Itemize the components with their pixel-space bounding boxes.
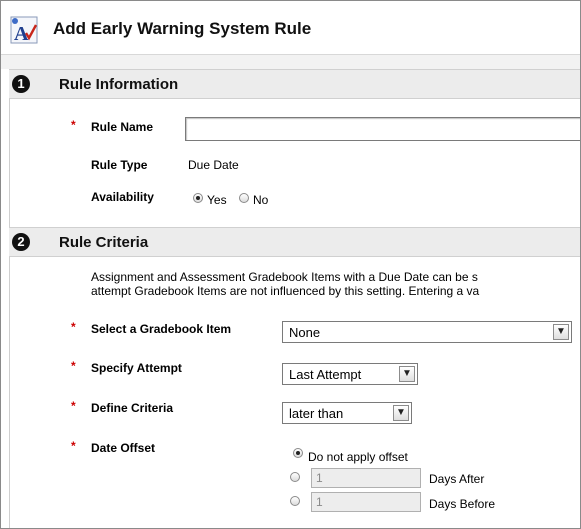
criteria-description-line-2: attempt Gradebook Items are not influenc… [91, 284, 480, 298]
availability-yes-radio[interactable] [193, 193, 203, 203]
availability-yes-label: Yes [207, 193, 227, 207]
offset-days-after-radio[interactable] [290, 472, 300, 482]
page-header: A Add Early Warning System Rule [1, 1, 580, 55]
criteria-description-line-1: Assignment and Assessment Gradebook Item… [91, 270, 478, 284]
section-divider [9, 99, 10, 227]
step-number-badge: 1 [12, 75, 30, 93]
define-criteria-label: Define Criteria [91, 401, 174, 415]
define-criteria-select[interactable]: later than ▼ [282, 402, 412, 424]
offset-none-label: Do not apply offset [308, 450, 408, 464]
page-title: Add Early Warning System Rule [53, 19, 312, 38]
days-after-label: Days After [429, 472, 485, 486]
specify-attempt-label: Specify Attempt [91, 361, 182, 375]
required-marker: * [71, 118, 76, 132]
define-criteria-selected-value: later than [289, 406, 344, 421]
days-before-label: Days Before [429, 497, 496, 511]
section-title: Rule Criteria [59, 234, 149, 251]
date-offset-label: Date Offset [91, 441, 156, 455]
offset-none-radio[interactable] [293, 448, 303, 458]
required-marker: * [71, 399, 76, 413]
days-after-input[interactable]: 1 [311, 468, 421, 488]
chevron-down-icon[interactable]: ▼ [393, 405, 409, 421]
gradebook-item-label: Select a Gradebook Item [91, 322, 232, 336]
gradebook-item-selected-value: None [289, 325, 321, 340]
specify-attempt-selected-value: Last Attempt [289, 367, 362, 382]
section-header-rule-information: 1 Rule Information [9, 69, 580, 99]
rule-name-label: Rule Name [91, 120, 154, 134]
section-divider [9, 257, 10, 528]
chevron-down-icon[interactable]: ▼ [553, 324, 569, 340]
days-before-input[interactable]: 1 [311, 492, 421, 512]
gradebook-item-select[interactable]: None ▼ [282, 321, 572, 343]
specify-attempt-select[interactable]: Last Attempt ▼ [282, 363, 418, 385]
step-number-badge: 2 [12, 233, 30, 251]
header-spacer [1, 55, 580, 69]
availability-no-radio[interactable] [239, 193, 249, 203]
required-marker: * [71, 359, 76, 373]
chevron-down-icon[interactable]: ▼ [399, 366, 415, 382]
spell-check-icon: A [10, 16, 38, 45]
rule-type-value: Due Date [188, 158, 239, 172]
required-marker: * [71, 439, 76, 453]
rule-type-label: Rule Type [91, 158, 148, 172]
section-header-rule-criteria: 2 Rule Criteria [9, 227, 580, 257]
availability-label: Availability [91, 190, 154, 204]
availability-no-label: No [253, 193, 269, 207]
required-marker: * [71, 320, 76, 334]
offset-days-before-radio[interactable] [290, 496, 300, 506]
dialog-window: A Add Early Warning System Rule 1 Rule I… [0, 0, 581, 529]
section-title: Rule Information [59, 76, 179, 93]
rule-name-input[interactable] [185, 117, 580, 141]
